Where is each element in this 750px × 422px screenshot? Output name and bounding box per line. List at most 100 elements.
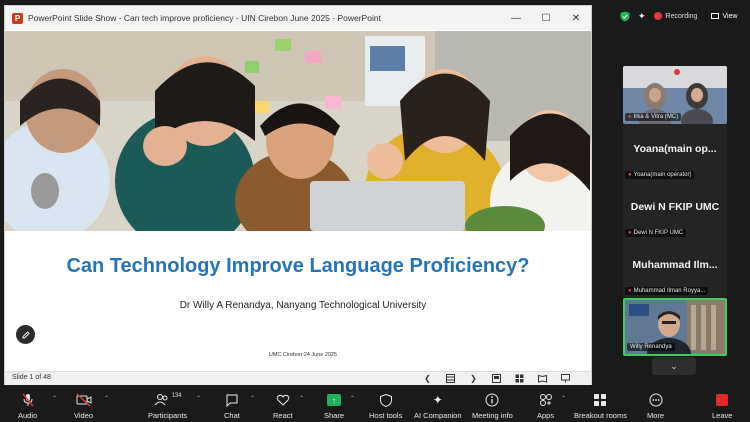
- video-label: Video: [74, 411, 94, 420]
- apps-icon: [539, 391, 553, 409]
- students-laughing-photo: [5, 31, 591, 231]
- slide-count: Slide 1 of 48: [12, 374, 51, 381]
- slide-footer: UMC Cirebon 24 June 2025: [268, 352, 338, 358]
- zoom-meeting-window: P PowerPoint Slide Show - Can tech impro…: [0, 0, 750, 422]
- video-options-caret[interactable]: ⌃: [104, 395, 109, 402]
- heart-icon: [276, 391, 290, 409]
- participant-tile-active-speaker[interactable]: Willy Renandya: [623, 298, 727, 356]
- participant-tag-text: Muhammad Ilman Royya...: [633, 288, 706, 294]
- more-dots-icon: [649, 391, 663, 409]
- participant-tile[interactable]: Muhammad Ilm... ● Muhammad Ilman Royya..…: [623, 240, 727, 298]
- previous-slide-button[interactable]: ❮: [422, 373, 433, 384]
- next-slide-button[interactable]: ❯: [468, 373, 479, 384]
- participants-icon: [154, 394, 168, 406]
- participant-tile[interactable]: ● Irka & Vitra (MC): [623, 66, 727, 124]
- participants-count: 134: [171, 393, 182, 399]
- close-button[interactable]: ✕: [561, 6, 591, 30]
- leave-label: Leave: [712, 411, 733, 420]
- meeting-status-bar: ✦ Recording View: [600, 5, 750, 27]
- participant-tag-text: Willy Renandya: [630, 344, 672, 350]
- mic-muted-icon: ●: [628, 114, 632, 120]
- host-shield-icon: [379, 391, 392, 409]
- apps-options-caret[interactable]: ⌃: [561, 395, 566, 402]
- participant-name-tag: ● Yoana(main operator): [625, 171, 695, 179]
- participant-tag-text: Yoana(main operator): [633, 172, 692, 178]
- react-label: React: [273, 411, 293, 420]
- see-all-slides-button[interactable]: [445, 373, 456, 384]
- view-grid-icon: [711, 13, 720, 19]
- ai-companion-button[interactable]: ✦ AI Companion: [414, 388, 462, 422]
- participants-label: Participants: [148, 411, 188, 420]
- share-screen-icon: ↑: [327, 394, 341, 406]
- audio-label: Audio: [18, 411, 38, 420]
- share-label: Share: [324, 411, 345, 420]
- normal-view-icon: [492, 374, 501, 383]
- breakout-rooms-button[interactable]: Breakout rooms: [574, 388, 627, 422]
- apps-label: Apps: [537, 411, 555, 420]
- reading-view-button[interactable]: [537, 373, 548, 384]
- powerpoint-icon: P: [12, 12, 23, 24]
- window-controls: — ☐ ✕: [501, 6, 591, 30]
- slide-author: Dr Willy A Renandya, Nanyang Technologic…: [179, 300, 427, 311]
- encryption-shield-icon[interactable]: [620, 11, 630, 22]
- chat-label: Chat: [224, 411, 240, 420]
- participant-tag-text: Irka & Vitra (MC): [633, 114, 679, 120]
- chat-icon: [225, 391, 239, 409]
- scroll-participants-down-button[interactable]: ⌄: [652, 357, 696, 375]
- mic-muted-icon: [21, 391, 35, 409]
- participants-button[interactable]: 134 Participants: [148, 388, 187, 422]
- participants-icon-wrap: 134: [154, 391, 182, 409]
- info-icon: [485, 391, 499, 409]
- leave-button[interactable]: Leave: [712, 388, 732, 422]
- leave-icon-wrap: [716, 391, 729, 409]
- chat-button[interactable]: Chat: [224, 388, 240, 422]
- host-tools-button[interactable]: Host tools: [369, 388, 402, 422]
- more-button[interactable]: More: [647, 388, 664, 422]
- share-options-caret[interactable]: ⌃: [350, 395, 355, 402]
- slide-photo: [5, 31, 591, 231]
- chevron-down-icon: ⌄: [670, 360, 678, 371]
- apps-button[interactable]: Apps: [537, 388, 554, 422]
- ppt-window-title: PowerPoint Slide Show - Can tech improve…: [28, 13, 381, 23]
- participant-tag-text: Dewi N FKIP UMC: [633, 230, 684, 236]
- ai-companion-sparkle-icon[interactable]: ✦: [638, 11, 646, 22]
- breakout-grid-icon: [593, 391, 607, 409]
- more-label: More: [647, 411, 665, 420]
- powerpoint-window: P PowerPoint Slide Show - Can tech impro…: [4, 5, 592, 385]
- pen-tool-button[interactable]: [16, 325, 35, 344]
- breakout-rooms-label: Breakout rooms: [574, 411, 627, 420]
- react-options-caret[interactable]: ⌃: [299, 395, 304, 402]
- participant-name-tag: Willy Renandya: [627, 343, 675, 351]
- slide-sorter-icon: [515, 374, 524, 383]
- minimize-button[interactable]: —: [501, 6, 531, 30]
- participant-name: Dewi N FKIP UMC: [630, 201, 720, 213]
- view-button[interactable]: View: [711, 12, 738, 20]
- mic-muted-icon: ●: [628, 288, 632, 294]
- audio-button[interactable]: Audio: [18, 388, 37, 422]
- participant-tile[interactable]: Yoana(main op... ● Yoana(main operator): [623, 124, 727, 182]
- ppt-statusbar: Slide 1 of 48 ❮ ❯: [5, 371, 591, 385]
- slideshow-nav: ❮ ❯: [422, 373, 571, 384]
- slideshow-view-button[interactable]: [560, 373, 571, 384]
- meeting-toolbar: Audio ⌃ Video ⌃ 134 Participants ⌃ Chat …: [0, 388, 750, 422]
- participant-tile[interactable]: Dewi N FKIP UMC ● Dewi N FKIP UMC: [623, 182, 727, 240]
- mic-muted-icon: ●: [628, 172, 632, 178]
- reading-view-icon: [538, 374, 547, 383]
- leave-icon: [716, 394, 729, 406]
- meeting-info-button[interactable]: Meeting info: [472, 388, 513, 422]
- video-button[interactable]: Video: [74, 388, 93, 422]
- view-label: View: [722, 12, 738, 20]
- maximize-button[interactable]: ☐: [531, 6, 561, 30]
- slide-title: Can Technology Improve Language Proficie…: [66, 255, 530, 277]
- share-button[interactable]: ↑ Share: [324, 388, 344, 422]
- participants-options-caret[interactable]: ⌃: [196, 395, 201, 402]
- participant-name-tag: ● Muhammad Ilman Royya...: [625, 287, 709, 295]
- react-button[interactable]: React: [273, 388, 293, 422]
- participant-name-tag: ● Irka & Vitra (MC): [625, 113, 682, 121]
- normal-view-button[interactable]: [491, 373, 502, 384]
- participant-name: Yoana(main op...: [633, 143, 717, 155]
- audio-options-caret[interactable]: ⌃: [52, 395, 57, 402]
- slide-sorter-button[interactable]: [514, 373, 525, 384]
- chat-options-caret[interactable]: ⌃: [250, 395, 255, 402]
- share-icon-wrap: ↑: [327, 391, 341, 409]
